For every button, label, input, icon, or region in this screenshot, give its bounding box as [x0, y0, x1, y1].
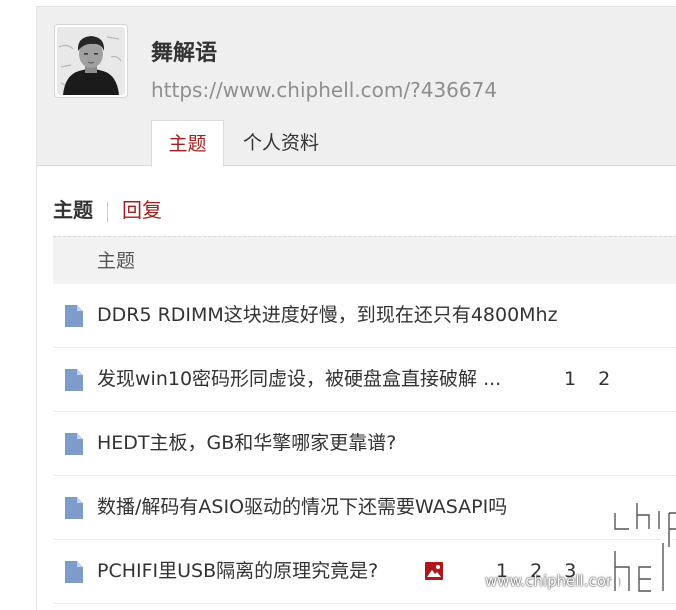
- profile-header: 舞解语 https://www.chiphell.com/?436674 主题 …: [37, 7, 676, 167]
- subnav: 主题 回复: [53, 197, 162, 225]
- thread-row[interactable]: HEDT主板，GB和华擎哪家更靠谱?: [53, 412, 676, 476]
- page-link[interactable]: 2: [598, 368, 610, 390]
- tab-threads[interactable]: 主题: [151, 120, 224, 167]
- file-icon: [65, 561, 83, 583]
- subnav-divider: [107, 201, 108, 222]
- file-icon: [65, 433, 83, 455]
- file-icon: [65, 305, 83, 327]
- page-links: 12: [564, 348, 632, 410]
- profile-url[interactable]: https://www.chiphell.com/?436674: [151, 77, 497, 103]
- left-gutter: [0, 0, 36, 610]
- thread-row[interactable]: 数播/解码有ASIO驱动的情况下还需要WASAPI吗: [53, 476, 676, 540]
- thread-title-link[interactable]: DDR5 RDIMM这块进度好慢，到现在还只有4800Mhz: [97, 284, 558, 346]
- tab-profile-info[interactable]: 个人资料: [243, 120, 319, 167]
- thread-row[interactable]: 发现win10密码形同虚设，被硬盘盒直接破解 ... 1 2: [53, 348, 676, 412]
- page-links: 123: [496, 540, 598, 602]
- subnav-replies-link[interactable]: 回复: [122, 198, 162, 222]
- table-header: 主题: [53, 236, 676, 284]
- file-icon: [65, 369, 83, 391]
- thread-title-link[interactable]: PCHIFI里USB隔离的原理究竟是?: [97, 540, 378, 602]
- profile-page: 舞解语 https://www.chiphell.com/?436674 主题 …: [36, 6, 676, 610]
- username: 舞解语: [151, 41, 218, 66]
- watermark-url: www.chiphell.com: [485, 572, 621, 590]
- avatar-photo: [57, 27, 125, 95]
- page-link[interactable]: 1: [564, 368, 576, 390]
- file-icon: [65, 497, 83, 519]
- chiphell-logo-icon: [611, 499, 676, 595]
- thread-table: 主题 DDR5 RDIMM这块进度好慢，到现在还只有4800Mhz 发现win10…: [53, 236, 676, 604]
- column-header-title: 主题: [97, 250, 136, 272]
- thread-title-link[interactable]: HEDT主板，GB和华擎哪家更靠谱?: [97, 412, 396, 474]
- thread-title-link[interactable]: 发现win10密码形同虚设，被硬盘盒直接破解 ...: [97, 348, 501, 410]
- avatar[interactable]: [54, 24, 128, 98]
- thread-row[interactable]: DDR5 RDIMM这块进度好慢，到现在还只有4800Mhz: [53, 284, 676, 348]
- thread-list: DDR5 RDIMM这块进度好慢，到现在还只有4800Mhz 发现win10密码形…: [53, 284, 676, 604]
- subnav-threads[interactable]: 主题: [53, 198, 93, 222]
- thread-title-link[interactable]: 数播/解码有ASIO驱动的情况下还需要WASAPI吗: [97, 476, 507, 538]
- image-attachment-icon: [425, 562, 443, 580]
